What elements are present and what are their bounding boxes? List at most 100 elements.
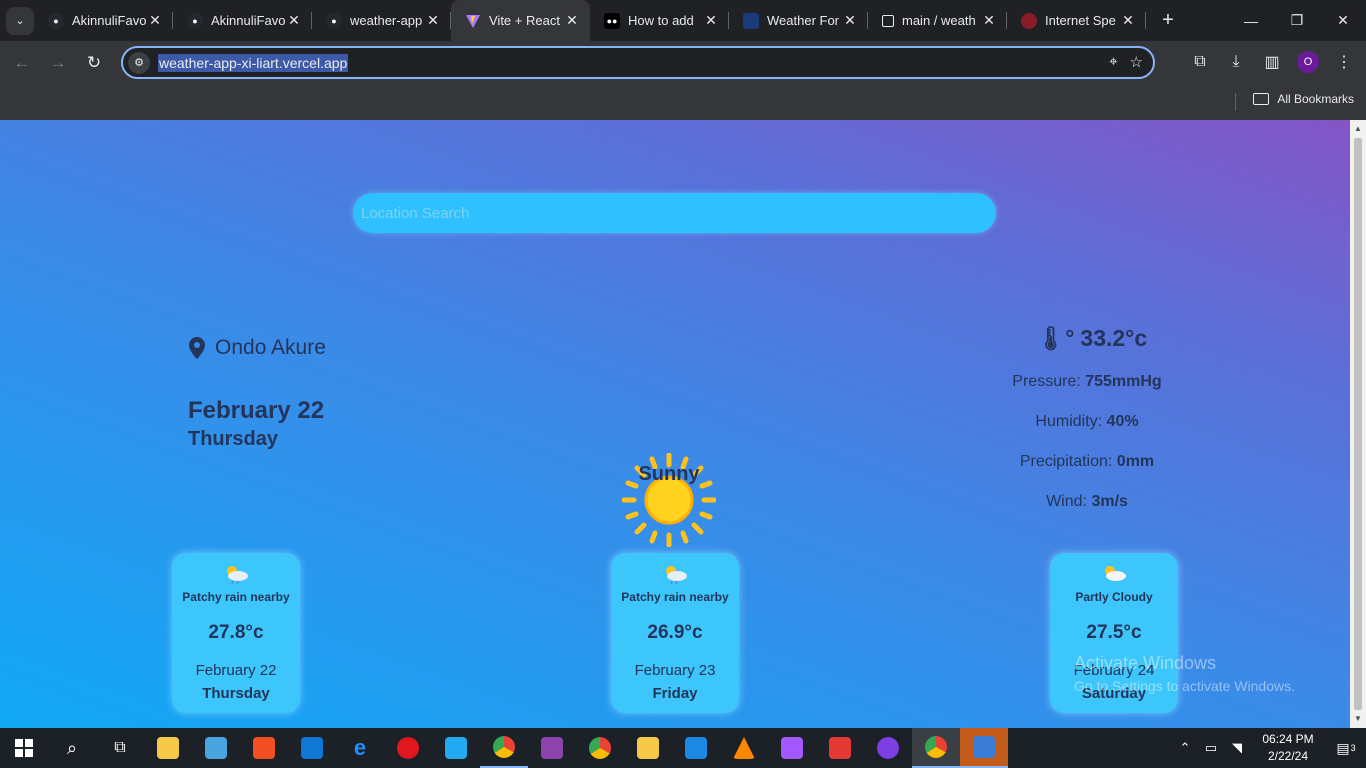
vlc-icon[interactable] (720, 728, 768, 768)
forecast-card[interactable]: Patchy rain nearby 26.9°c February 23 Fr… (611, 553, 739, 713)
scrollbar-thumb[interactable] (1354, 138, 1362, 710)
tab[interactable]: Weather For ✕ (729, 0, 868, 41)
close-icon[interactable]: ✕ (842, 12, 858, 29)
notification-icon: ▤ (1336, 739, 1350, 756)
app-icon[interactable] (816, 728, 864, 768)
system-tray: ⌃ ▭ ◥ 06:24 PM 2/22/24 ▤ 3 (1172, 728, 1366, 768)
start-button[interactable] (0, 728, 48, 768)
stat-label: Wind: (1046, 493, 1087, 510)
forward-button[interactable]: → (40, 45, 76, 81)
location-search-input[interactable] (353, 193, 996, 233)
edge-icon[interactable]: e (336, 728, 384, 768)
battery-icon[interactable]: ▭ (1198, 740, 1224, 756)
chevron-up-icon[interactable]: ⌃ (1172, 740, 1198, 756)
close-icon[interactable]: ✕ (147, 12, 163, 29)
star-icon[interactable]: ☆ (1130, 53, 1143, 71)
activate-windows-watermark: Activate Windows Go to Settings to activ… (1074, 653, 1295, 694)
profile-button[interactable]: O (1294, 46, 1322, 78)
scroll-down-icon[interactable]: ▼ (1354, 714, 1362, 723)
notification-count: 3 (1350, 743, 1356, 753)
close-icon[interactable]: ✕ (286, 12, 302, 29)
photos-icon[interactable] (960, 728, 1008, 768)
bookmarks-bar: All Bookmarks (0, 84, 1366, 120)
clock-date: 2/22/24 (1267, 749, 1309, 763)
figma-icon[interactable] (768, 728, 816, 768)
tab-title: Internet Spe (1045, 13, 1116, 28)
tab[interactable]: ● AkinnuliFavo ✕ (173, 0, 312, 41)
close-icon[interactable]: ✕ (703, 12, 719, 29)
address-bar[interactable]: ⚙ weather-app-xi-liart.vercel.app ⌖ ☆ (121, 46, 1155, 79)
calendar-icon[interactable] (672, 728, 720, 768)
tab-active[interactable]: Vite + React ✕ (451, 0, 590, 41)
all-bookmarks-label: All Bookmarks (1277, 92, 1354, 106)
all-bookmarks-button[interactable]: All Bookmarks (1253, 92, 1354, 106)
forecast-temp: 26.9°c (647, 622, 703, 643)
chrome-icon[interactable] (576, 728, 624, 768)
github-icon: ● (48, 12, 64, 29)
vscode-icon[interactable] (432, 728, 480, 768)
forecast-condition: Patchy rain nearby (621, 590, 729, 604)
thermometer-icon: 🌡° (1036, 325, 1075, 351)
tab[interactable]: Internet Spe ✕ (1007, 0, 1146, 41)
wifi-icon[interactable]: ◥ (1224, 740, 1250, 756)
github-icon: ● (326, 12, 342, 29)
back-button[interactable]: ← (4, 45, 40, 81)
weather-site-icon (743, 12, 759, 29)
app-icon[interactable] (864, 728, 912, 768)
watermark-subtitle: Go to Settings to activate Windows. (1074, 678, 1295, 694)
clock[interactable]: 06:24 PM 2/22/24 (1250, 731, 1326, 765)
new-tab-button[interactable]: + (1154, 7, 1182, 35)
page-scrollbar[interactable]: ▲ ▼ (1350, 120, 1366, 728)
close-icon[interactable]: ✕ (564, 12, 580, 29)
close-window-button[interactable]: ✕ (1320, 0, 1366, 41)
tab[interactable]: main / weath ✕ (868, 0, 1007, 41)
site-settings-icon[interactable]: ⚙ (128, 51, 150, 74)
current-date: February 22 (188, 397, 325, 424)
forecast-date: February 23 (634, 662, 716, 679)
chrome-icon[interactable] (480, 728, 528, 768)
store-icon[interactable] (240, 728, 288, 768)
location-pin-icon[interactable]: ⌖ (1109, 53, 1117, 71)
folder-icon (1253, 93, 1270, 105)
file-explorer-icon[interactable] (144, 728, 192, 768)
opera-icon[interactable] (384, 728, 432, 768)
restore-button[interactable]: ❐ (1274, 0, 1320, 41)
tab-title: AkinnuliFavo (211, 13, 286, 28)
mail-icon[interactable] (288, 728, 336, 768)
location-name: Ondo Akure (215, 336, 326, 359)
stat-label: Precipitation: (1019, 453, 1113, 470)
extensions-icon[interactable]: ⧉ (1186, 46, 1214, 78)
close-icon[interactable]: ✕ (981, 12, 997, 29)
forecast-condition: Partly Cloudy (1075, 590, 1153, 604)
tab[interactable]: ● AkinnuliFavo ✕ (34, 0, 173, 41)
forecast-date: February 22 (195, 662, 277, 679)
chrome-icon[interactable] (912, 728, 960, 768)
winrar-icon[interactable] (528, 728, 576, 768)
side-panel-icon[interactable]: ▥ (1258, 46, 1286, 78)
scroll-up-icon[interactable]: ▲ (1354, 124, 1362, 133)
stat-value: 0mm (1116, 453, 1155, 470)
tab-title: weather-app (350, 13, 423, 28)
notification-button[interactable]: ▤ 3 (1326, 740, 1366, 757)
temperature: 🌡° 33.2°c (1036, 325, 1147, 352)
tab[interactable]: ●● How to add ✕ (590, 0, 729, 41)
weather-app: Ondo Akure February 22 Thursday (0, 120, 1350, 728)
avatar: O (1297, 51, 1319, 73)
precipitation-stat: Precipitation: 0mm (967, 453, 1207, 471)
reload-button[interactable]: ↻ (76, 45, 112, 81)
tab[interactable]: ● weather-app ✕ (312, 0, 451, 41)
forecast-day: Thursday (202, 685, 270, 702)
computer-icon[interactable] (192, 728, 240, 768)
tab-search-button[interactable]: ⌄ (6, 6, 34, 35)
search-icon[interactable]: ⌕ (48, 728, 96, 768)
url-text[interactable]: weather-app-xi-liart.vercel.app (158, 53, 349, 72)
download-icon[interactable]: ⤓ (1222, 46, 1250, 78)
close-icon[interactable]: ✕ (425, 12, 441, 29)
minimize-button[interactable]: — (1228, 0, 1274, 41)
menu-icon[interactable]: ⋮ (1330, 46, 1358, 78)
patchy-rain-icon (662, 564, 688, 585)
task-view-icon[interactable]: ⧉ (96, 728, 144, 768)
close-icon[interactable]: ✕ (1120, 12, 1136, 29)
folder-icon[interactable] (624, 728, 672, 768)
forecast-card[interactable]: Patchy rain nearby 27.8°c February 22 Th… (172, 553, 300, 713)
